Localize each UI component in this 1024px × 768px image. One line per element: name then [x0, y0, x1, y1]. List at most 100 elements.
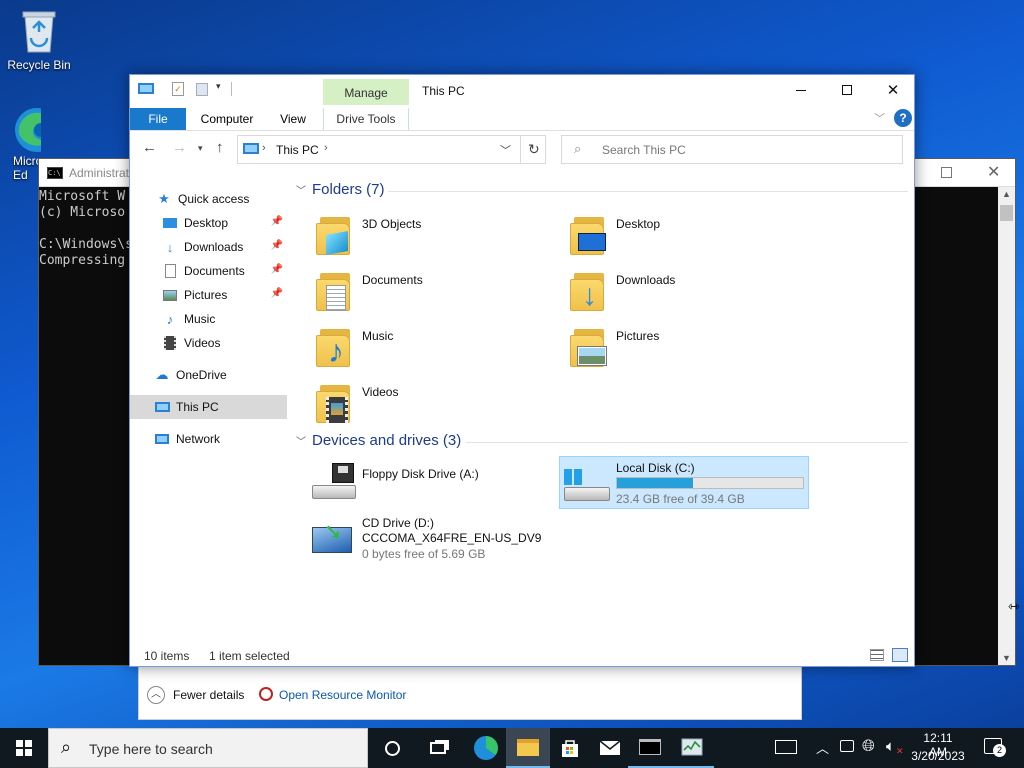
minimize-button[interactable]	[778, 75, 824, 105]
pin-icon[interactable]: 📌	[271, 288, 283, 299]
notification-center-button[interactable]: 2	[984, 738, 1006, 758]
folder-label: Downloads	[616, 273, 676, 287]
large-icons-view-icon[interactable]	[892, 648, 908, 662]
sidebar-item-music[interactable]: ♪ Music	[130, 307, 287, 331]
task-view-button[interactable]	[416, 728, 460, 768]
disk-usage-fill	[617, 478, 693, 488]
folder-desktop[interactable]: Desktop	[568, 211, 808, 263]
sidebar-item-documents[interactable]: Documents 📌	[130, 259, 287, 283]
network-globe-icon[interactable]: 🌐︎	[862, 738, 875, 756]
section-title: Folders (7)	[312, 181, 385, 198]
task-view-icon	[430, 742, 446, 754]
address-dropdown-icon[interactable]: ﹀	[500, 142, 511, 158]
breadcrumb-this-pc[interactable]: This PC	[276, 143, 319, 157]
start-button[interactable]	[2, 728, 46, 768]
task-manager-icon	[681, 738, 703, 756]
floppy-drive-icon	[312, 463, 356, 503]
desktop-icon-edge[interactable]: Micro Ed	[1, 104, 41, 182]
maximize-icon[interactable]	[941, 167, 952, 178]
taskbar-search-input[interactable]: Type here to search	[89, 741, 213, 757]
sidebar-item-label: Documents	[184, 264, 245, 278]
taskbar-search-box[interactable]: ⌕ Type here to search	[48, 728, 368, 768]
pin-icon[interactable]: 📌	[271, 240, 283, 251]
sidebar-item-network[interactable]: Network	[130, 427, 287, 451]
properties-icon[interactable]: ✓	[172, 82, 184, 96]
folder-music[interactable]: ♪ Music	[314, 323, 554, 375]
notification-count: 2	[993, 744, 1006, 757]
taskbar-command-prompt[interactable]	[628, 728, 672, 768]
tab-drive-tools[interactable]: Drive Tools	[323, 108, 409, 130]
drive-cd-d[interactable]: ➘ CD Drive (D:) CCCOMA_X64FRE_EN-US_DV9 …	[308, 513, 568, 565]
sidebar-item-label: Pictures	[184, 288, 228, 302]
taskbar-file-explorer[interactable]	[506, 728, 550, 768]
cortana-button[interactable]	[370, 728, 414, 768]
taskbar-task-manager[interactable]	[670, 728, 714, 768]
maximize-button[interactable]	[824, 75, 870, 105]
star-icon: ★	[158, 191, 170, 206]
close-button[interactable]: ✕	[870, 75, 916, 105]
folder-downloads[interactable]: ↓ Downloads	[568, 267, 808, 319]
pin-icon[interactable]: 📌	[271, 216, 283, 227]
folder-3d-objects[interactable]: 3D Objects	[314, 211, 554, 263]
customize-toolbar-icon[interactable]: ▾	[216, 81, 221, 92]
taskbar-store[interactable]	[548, 728, 592, 768]
cmd-line: (c) Microso	[39, 205, 126, 220]
scroll-down-icon[interactable]: ▼	[1002, 653, 1011, 663]
pin-icon[interactable]: 📌	[271, 264, 283, 275]
3d-objects-folder-icon	[314, 213, 354, 257]
folder-label: Desktop	[616, 217, 661, 231]
sidebar-item-pictures[interactable]: Pictures 📌	[130, 283, 287, 307]
folder-documents[interactable]: Documents	[314, 267, 554, 319]
search-box[interactable]: ⌕ Search This PC	[561, 135, 903, 164]
refresh-icon[interactable]: ↻	[528, 141, 540, 158]
details-view-icon[interactable]	[870, 649, 884, 661]
folders-section-header[interactable]: ﹀ Folders (7)	[296, 181, 385, 198]
explorer-title-bar[interactable]: ✓ ▾ Manage This PC ✕	[130, 75, 914, 105]
sidebar-item-downloads[interactable]: ↓ Downloads 📌	[130, 235, 287, 259]
new-folder-icon[interactable]	[196, 83, 208, 96]
local-disk-icon	[564, 469, 610, 505]
cmd-scrollbar[interactable]: ▲ ▼	[998, 187, 1015, 665]
sidebar-item-this-pc[interactable]: This PC	[130, 395, 287, 419]
clock-date[interactable]: 3/20/2023	[910, 749, 966, 763]
devices-section-header[interactable]: ﹀ Devices and drives (3)	[296, 432, 461, 449]
drive-local-c[interactable]: Local Disk (C:) 23.4 GB free of 39.4 GB	[559, 456, 809, 509]
file-explorer-window[interactable]: ✓ ▾ Manage This PC ✕ File Computer View …	[129, 74, 915, 667]
chevron-up-icon[interactable]: ︿	[147, 686, 165, 704]
tab-view[interactable]: View	[270, 108, 316, 130]
folder-pictures[interactable]: Pictures	[568, 323, 808, 375]
tray-chevron-up-icon[interactable]: ︿	[816, 738, 829, 757]
sidebar-item-desktop[interactable]: Desktop 📌	[130, 211, 287, 235]
open-resource-monitor-link[interactable]: Open Resource Monitor	[279, 688, 406, 702]
tab-computer[interactable]: Computer	[192, 108, 262, 130]
section-divider	[388, 191, 908, 192]
tab-file[interactable]: File	[130, 108, 186, 130]
manage-tab[interactable]: Manage	[323, 79, 409, 105]
recent-locations-icon[interactable]: ▾	[198, 143, 203, 154]
taskbar-mail[interactable]	[588, 728, 632, 768]
scroll-thumb[interactable]	[1000, 205, 1013, 221]
scroll-up-icon[interactable]: ▲	[1002, 189, 1011, 199]
close-icon[interactable]: ✕	[987, 162, 1000, 182]
help-icon[interactable]: ?	[894, 109, 912, 127]
sidebar-item-label: Quick access	[178, 192, 250, 206]
address-bar[interactable]: › This PC › ﹀ ↻	[237, 135, 546, 164]
volume-muted-icon[interactable]: 🔈︎ ✕	[886, 738, 904, 756]
fewer-details-button[interactable]: Fewer details	[173, 688, 244, 702]
taskbar-edge[interactable]	[464, 728, 508, 768]
keyboard-icon[interactable]	[775, 740, 797, 754]
ribbon-expand-icon[interactable]: ﹀	[874, 110, 885, 126]
folder-label: Music	[362, 329, 394, 343]
forward-arrow-icon[interactable]: →	[172, 139, 187, 156]
folder-label: 3D Objects	[362, 217, 422, 231]
meet-now-icon[interactable]	[840, 740, 854, 752]
drive-floppy[interactable]: Floppy Disk Drive (A:)	[308, 459, 548, 511]
sidebar-item-videos[interactable]: Videos	[130, 331, 287, 355]
up-arrow-icon[interactable]: ↑	[216, 139, 224, 156]
search-input[interactable]: Search This PC	[602, 143, 686, 157]
sidebar-item-onedrive[interactable]: ☁ OneDrive	[130, 363, 287, 387]
sidebar-item-quick-access[interactable]: ★ Quick access	[130, 187, 287, 211]
folder-videos[interactable]: Videos	[314, 379, 554, 431]
back-arrow-icon[interactable]: ←	[142, 139, 157, 156]
desktop-icon-recycle-bin[interactable]: Recycle Bin	[1, 6, 77, 72]
